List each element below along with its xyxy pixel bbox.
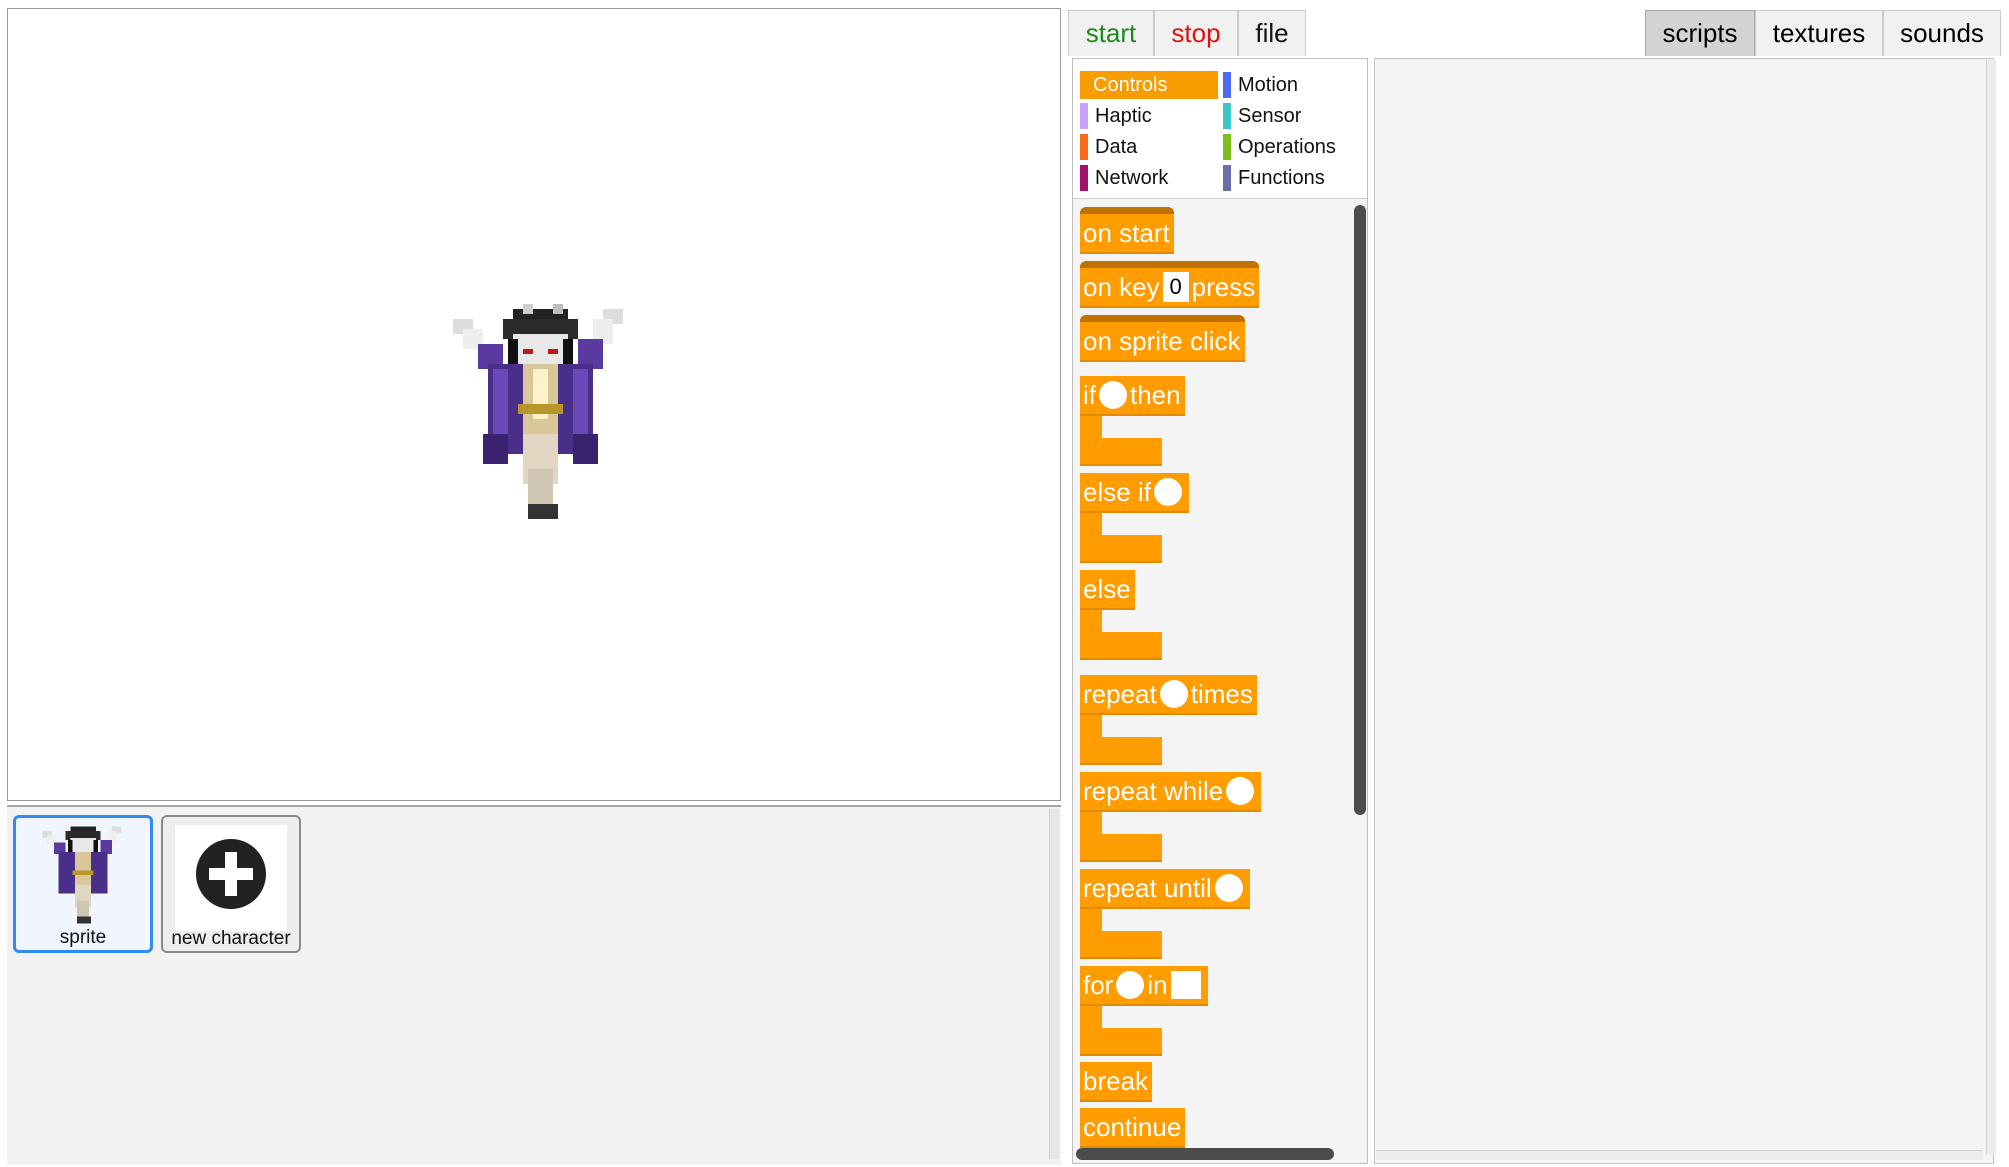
category-color-swatch	[1223, 72, 1231, 98]
list-slot[interactable]	[1170, 971, 1201, 999]
block-label: on key	[1083, 272, 1160, 302]
block-label: continue	[1083, 1112, 1182, 1142]
block-label: on start	[1083, 218, 1170, 248]
plus-circle-icon	[196, 839, 266, 909]
break-block[interactable]: break	[1080, 1062, 1153, 1102]
repeat-while-block[interactable]: repeat while	[1080, 772, 1262, 812]
on-key-press-block[interactable]: on key 0 press	[1080, 261, 1260, 308]
category-data[interactable]: Data	[1080, 133, 1218, 161]
block-label: repeat until	[1083, 873, 1212, 903]
tab-scripts[interactable]: scripts	[1645, 10, 1755, 56]
condition-slot[interactable]	[1226, 777, 1255, 805]
category-label: Sensor	[1238, 104, 1302, 127]
category-label: Functions	[1238, 166, 1325, 189]
block-label: for	[1083, 970, 1114, 1000]
for-in-block[interactable]: for in	[1080, 966, 1208, 1006]
condition-slot[interactable]	[1214, 874, 1243, 902]
on-sprite-click-block[interactable]: on sprite click	[1080, 315, 1245, 362]
continue-block[interactable]: continue	[1080, 1108, 1186, 1148]
block-label: repeat	[1083, 679, 1157, 709]
tab-sounds[interactable]: sounds	[1883, 10, 2001, 56]
category-haptic[interactable]: Haptic	[1080, 102, 1218, 130]
block-label: press	[1191, 272, 1256, 302]
category-color-swatch	[1080, 134, 1088, 160]
scripts-vertical-scrollbar[interactable]	[1986, 60, 1996, 1154]
stage-canvas[interactable]	[7, 8, 1061, 801]
block-label: times	[1190, 679, 1253, 709]
c-block-arm	[1080, 1006, 1102, 1028]
c-block-foot	[1080, 1028, 1162, 1056]
category-functions[interactable]: Functions	[1223, 164, 1361, 192]
new-character-button[interactable]: new character	[161, 815, 301, 953]
category-label: Data	[1095, 135, 1138, 158]
block-label: break	[1083, 1066, 1149, 1096]
stop-button[interactable]: stop	[1154, 10, 1238, 56]
category-color-swatch	[1080, 103, 1088, 129]
palette-horizontal-scrollbar[interactable]	[1076, 1148, 1334, 1160]
category-motion[interactable]: Motion	[1223, 71, 1361, 99]
category-label: Controls	[1093, 73, 1168, 96]
tab-textures[interactable]: textures	[1755, 10, 1883, 56]
category-color-swatch	[1223, 134, 1231, 160]
c-block-arm	[1080, 610, 1102, 632]
block-label: else if	[1083, 477, 1151, 507]
sprite-card-label: sprite	[59, 927, 107, 948]
c-block-foot	[1080, 632, 1162, 660]
c-block-arm	[1080, 513, 1102, 535]
block-label: else	[1083, 574, 1131, 604]
category-label: Operations	[1238, 135, 1336, 158]
c-block-arm	[1080, 812, 1102, 834]
category-operations[interactable]: Operations	[1223, 133, 1361, 161]
key-input-slot[interactable]: 0	[1162, 272, 1189, 302]
category-label: Haptic	[1095, 104, 1152, 127]
category-color-swatch	[1080, 165, 1088, 191]
start-button[interactable]: start	[1068, 10, 1154, 56]
tray-scrollbar[interactable]	[1049, 809, 1059, 1159]
c-block-foot	[1080, 438, 1162, 466]
category-color-swatch	[1223, 103, 1231, 129]
c-block-foot	[1080, 834, 1162, 862]
category-label: Motion	[1238, 73, 1299, 96]
block-label: repeat while	[1083, 776, 1224, 806]
file-menu-button[interactable]: file	[1238, 10, 1306, 56]
c-block-arm	[1080, 416, 1102, 438]
c-block-foot	[1080, 737, 1162, 765]
category-label: Network	[1095, 166, 1169, 189]
c-block-arm	[1080, 909, 1102, 931]
category-color-swatch	[1223, 165, 1231, 191]
variable-slot[interactable]	[1116, 971, 1145, 999]
scripts-workspace[interactable]	[1374, 58, 1994, 1164]
else-block[interactable]: else	[1080, 570, 1135, 610]
c-block-arm	[1080, 715, 1102, 737]
else-if-block[interactable]: else if	[1080, 473, 1189, 513]
scripts-horizontal-scrollbar[interactable]	[1376, 1150, 1982, 1160]
condition-slot[interactable]	[1099, 381, 1127, 409]
new-character-label: new character	[171, 928, 291, 949]
category-list: Controls Motion Haptic Sensor Data Opera…	[1073, 59, 1367, 199]
repeat-times-block[interactable]: repeat times	[1080, 675, 1257, 715]
sprite-card[interactable]: sprite	[13, 815, 153, 953]
block-label: in	[1147, 970, 1168, 1000]
sprite-thumbnail	[42, 826, 122, 924]
category-color-swatch	[1080, 72, 1086, 98]
repeat-until-block[interactable]: repeat until	[1080, 869, 1250, 909]
if-then-block[interactable]: if then	[1080, 376, 1185, 416]
new-character-tile	[175, 825, 287, 931]
character-sprite-image[interactable]	[448, 304, 633, 524]
block-label: on sprite click	[1083, 326, 1241, 356]
block-label: if	[1083, 380, 1096, 410]
c-block-foot	[1080, 535, 1162, 563]
on-start-block[interactable]: on start	[1080, 207, 1174, 254]
category-network[interactable]: Network	[1080, 164, 1218, 192]
condition-slot[interactable]	[1153, 478, 1182, 506]
category-sensor[interactable]: Sensor	[1223, 102, 1361, 130]
controls-blocks-list: on start on key 0 press on sprite click …	[1073, 200, 1367, 1155]
block-label: then	[1130, 380, 1181, 410]
c-block-foot	[1080, 931, 1162, 959]
count-slot[interactable]	[1159, 680, 1188, 708]
palette-vertical-scrollbar[interactable]	[1354, 205, 1366, 815]
category-controls[interactable]: Controls	[1080, 71, 1218, 99]
